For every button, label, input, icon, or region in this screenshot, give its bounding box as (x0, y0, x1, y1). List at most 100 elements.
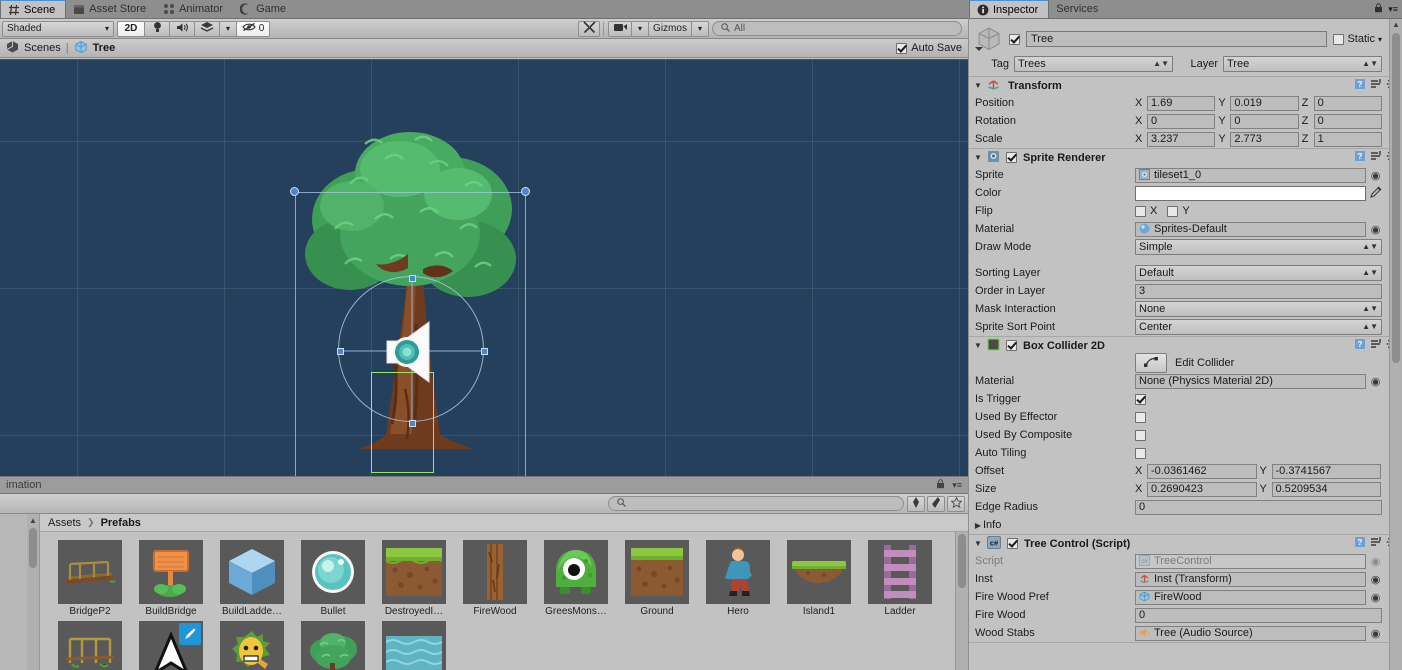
foldout-arrow-icon[interactable]: ▼ (973, 81, 983, 90)
object-picker-icon[interactable]: ◉ (1369, 627, 1382, 640)
scroll-up-arrow[interactable]: ▲ (1390, 20, 1402, 29)
gameobject-enabled-checkbox[interactable] (1009, 33, 1020, 45)
chevron-down-icon[interactable]: ▾ (1378, 35, 1382, 44)
audio-source-gizmo[interactable] (385, 321, 445, 383)
sorting-layer-dropdown[interactable]: Default ▲▼ (1135, 265, 1382, 281)
object-picker-icon[interactable]: ◉ (1369, 375, 1382, 388)
object-picker-icon[interactable]: ◉ (1369, 591, 1382, 604)
flip-x-checkbox[interactable] (1135, 205, 1146, 217)
list-item[interactable]: Ladder (864, 540, 936, 617)
gameobject-icon[interactable] (975, 25, 1003, 53)
sprite-renderer-enabled-checkbox[interactable] (1006, 152, 1017, 163)
position-y-input[interactable]: 0.019 (1230, 95, 1299, 111)
panel-menu-icon[interactable]: ▾≡ (1388, 4, 1398, 15)
project-scroll-thumb[interactable] (958, 534, 966, 588)
breadcrumb-assets[interactable]: Assets (48, 517, 81, 529)
offset-x-input[interactable]: -0.0361462 (1147, 463, 1257, 479)
gizmos-dropdown[interactable]: ▾ (691, 20, 709, 37)
foldout-arrow-icon[interactable]: ▶ (973, 521, 983, 530)
field-row-info[interactable]: ▶ Info (969, 516, 1402, 534)
list-item[interactable] (297, 621, 369, 670)
breadcrumb-scenes[interactable]: Scenes (24, 42, 61, 54)
list-item[interactable]: BridgeP2 (54, 540, 126, 617)
size-y-input[interactable]: 0.5209534 (1271, 481, 1381, 497)
project-search-input[interactable] (608, 496, 904, 511)
tab-game[interactable]: Game (233, 0, 296, 18)
preset-icon[interactable] (1370, 536, 1382, 551)
wood-stabs-input[interactable]: Tree (Audio Source) (1135, 625, 1366, 641)
preset-icon[interactable] (1370, 150, 1382, 165)
camera-dropdown[interactable]: ▾ (631, 20, 649, 37)
offset-y-input[interactable]: -0.3741567 (1271, 463, 1381, 479)
script-enabled-checkbox[interactable] (1007, 538, 1018, 549)
project-scrollbar[interactable] (955, 532, 968, 670)
sprite-input[interactable]: tileset1_0 (1135, 167, 1366, 183)
gizmo-handle-top[interactable] (409, 275, 416, 282)
eyedropper-icon[interactable] (1369, 185, 1382, 201)
component-header[interactable]: ▼ Sprite Renderer ? (969, 149, 1402, 166)
rotation-z-input[interactable]: 0 (1313, 113, 1382, 129)
lock-icon[interactable] (936, 478, 945, 492)
panel-menu-icon[interactable]: ▾≡ (952, 480, 962, 491)
audio-toggle[interactable] (169, 20, 195, 37)
list-item[interactable] (216, 621, 288, 670)
edit-collider-button[interactable] (1135, 353, 1167, 373)
selection-handle-tl[interactable] (290, 187, 299, 196)
gizmos-button[interactable]: Gizmos (648, 20, 692, 37)
fire-wood-pref-input[interactable]: FireWood (1135, 589, 1366, 605)
tab-services[interactable]: Services (1049, 0, 1108, 18)
list-item[interactable]: GreesMons… (540, 540, 612, 617)
animation-panel-strip[interactable]: imation ▾≡ (0, 476, 968, 494)
rotation-x-input[interactable]: 0 (1147, 113, 1216, 129)
scroll-up-arrow[interactable]: ▲ (27, 514, 39, 525)
lighting-toggle[interactable] (144, 20, 170, 37)
list-item[interactable] (378, 621, 450, 670)
scale-z-input[interactable]: 1 (1313, 131, 1382, 147)
draw-mode-dropdown[interactable]: Simple ▲▼ (1135, 239, 1382, 255)
list-item[interactable]: FireWood (459, 540, 531, 617)
position-z-input[interactable]: 0 (1313, 95, 1382, 111)
inspector-scrollbar[interactable]: ▲ (1389, 19, 1402, 670)
scale-x-input[interactable]: 3.237 (1147, 131, 1216, 147)
favorites-button[interactable] (947, 495, 965, 512)
rotation-y-input[interactable]: 0 (1230, 113, 1299, 129)
foldout-arrow-icon[interactable]: ▼ (973, 153, 983, 162)
foldout-arrow-icon[interactable]: ▼ (973, 539, 983, 548)
tab-animator[interactable]: Animator (156, 0, 233, 18)
sprite-sort-point-dropdown[interactable]: Center ▲▼ (1135, 319, 1382, 335)
list-item[interactable]: BuildBridge (135, 540, 207, 617)
size-x-input[interactable]: 0.2690423 (1147, 481, 1257, 497)
inst-input[interactable]: Inst (Transform) (1135, 571, 1366, 587)
lock-icon[interactable] (1374, 3, 1383, 16)
component-header[interactable]: ▼ Transform ? (969, 77, 1402, 94)
tree-scroll-thumb[interactable] (29, 528, 37, 568)
help-icon[interactable]: ? (1354, 78, 1366, 93)
effects-dropdown[interactable]: ▾ (219, 20, 237, 37)
preset-icon[interactable] (1370, 78, 1382, 93)
help-icon[interactable]: ? (1354, 338, 1366, 353)
tab-inspector[interactable]: Inspector (969, 0, 1050, 18)
filter-by-label-button[interactable] (927, 495, 945, 512)
color-swatch[interactable] (1135, 185, 1366, 201)
flip-y-checkbox[interactable] (1167, 205, 1179, 217)
layer-dropdown[interactable]: Tree ▲▼ (1223, 56, 1382, 72)
component-header[interactable]: ▼ c# Tree Control (Script) ? (969, 535, 1402, 552)
tab-asset-store[interactable]: Asset Store (66, 0, 156, 18)
list-item[interactable]: Ground (621, 540, 693, 617)
list-item[interactable]: BuildLadde… (216, 540, 288, 617)
gizmo-handle-right[interactable] (481, 348, 488, 355)
project-folder-tree[interactable]: ▲ (0, 514, 40, 670)
tag-dropdown[interactable]: Trees ▲▼ (1014, 56, 1173, 72)
fire-wood-input[interactable]: 0 (1135, 607, 1382, 623)
list-item[interactable] (54, 621, 126, 670)
filter-by-type-button[interactable] (907, 495, 925, 512)
list-item[interactable]: Bullet (297, 540, 369, 617)
list-item[interactable] (135, 621, 207, 670)
scene-search-input[interactable]: All (712, 21, 962, 36)
order-in-layer-input[interactable]: 3 (1135, 283, 1382, 299)
mask-interaction-dropdown[interactable]: None ▲▼ (1135, 301, 1382, 317)
scale-y-input[interactable]: 2.773 (1230, 131, 1299, 147)
physics-material-input[interactable]: None (Physics Material 2D) (1135, 373, 1366, 389)
material-input[interactable]: Sprites-Default (1135, 221, 1366, 237)
component-header[interactable]: ▼ Box Collider 2D ? (969, 337, 1402, 354)
